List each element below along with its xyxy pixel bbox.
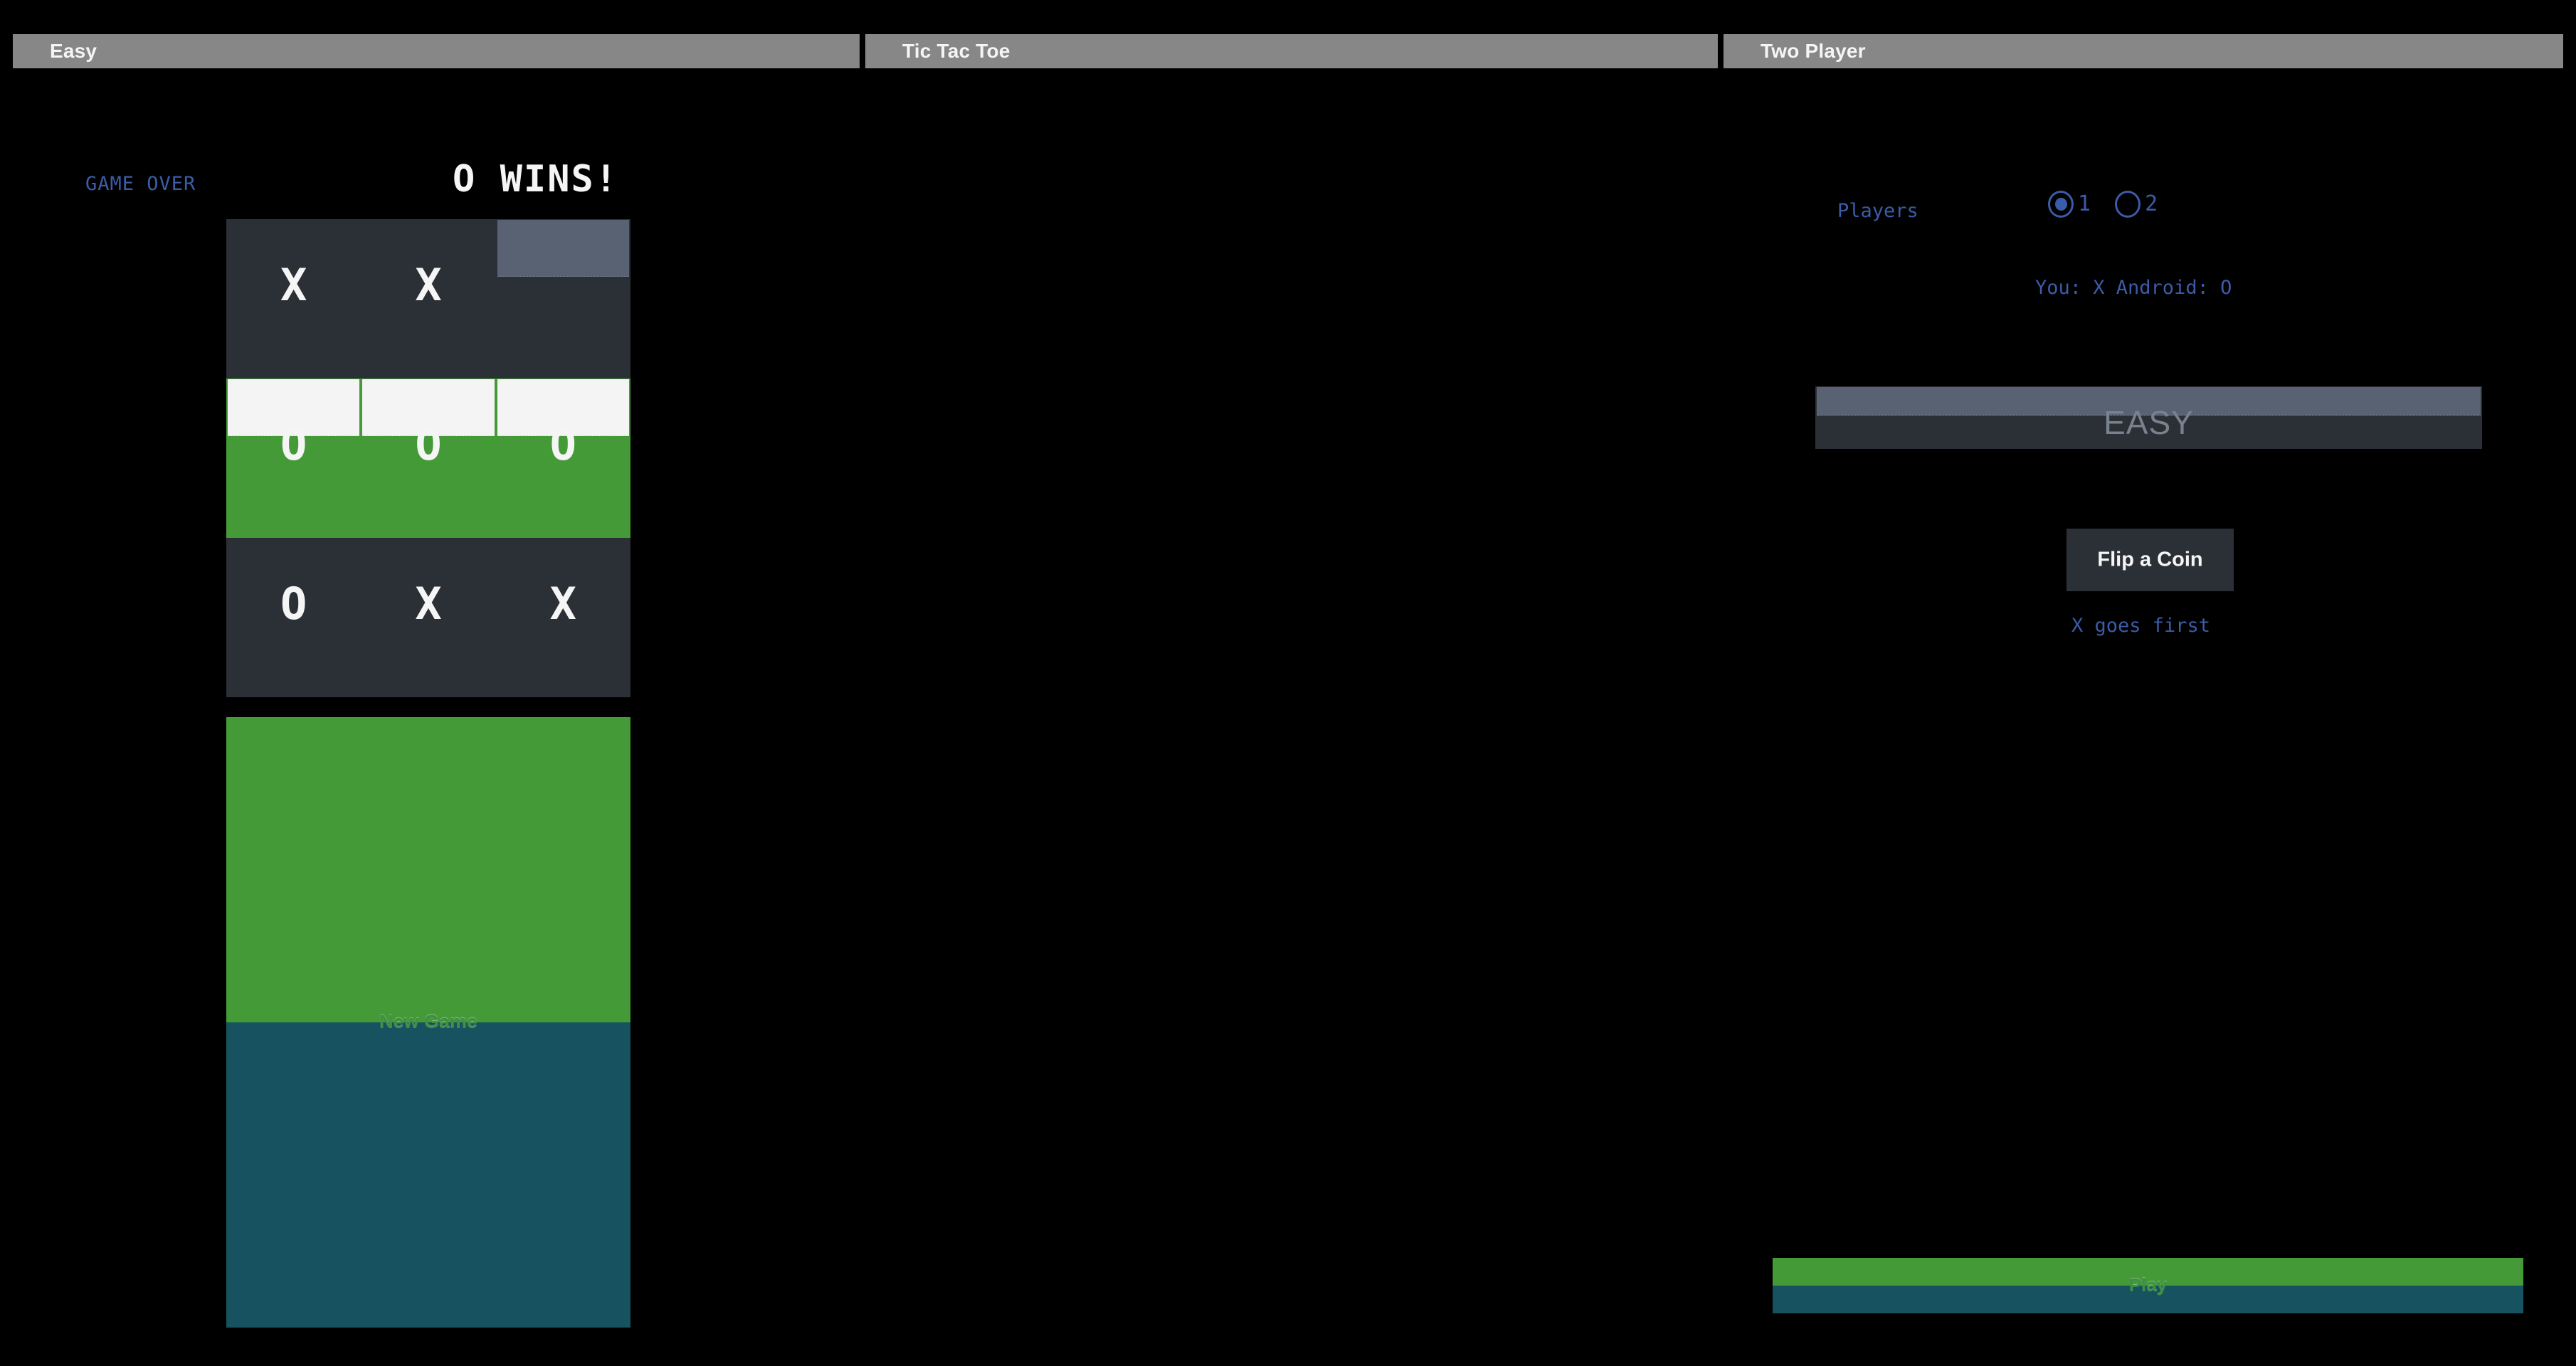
new-game-button-easy[interactable]: New Game: [226, 717, 630, 1328]
board-cell-5[interactable]: O: [495, 378, 630, 538]
board-cell-8[interactable]: X: [496, 538, 630, 697]
board-cell-7[interactable]: X: [361, 538, 495, 697]
cell-mark-4: O: [415, 418, 442, 470]
panel-two-player-game: Current turn O: [1719, 68, 2576, 1366]
panel-easy-game: GAME OVER O WINS! X X O O O O X X New Ga…: [0, 68, 860, 1366]
board-cell-3[interactable]: O: [226, 378, 361, 538]
cell-tile-2: [497, 220, 629, 277]
board-cell-4[interactable]: O: [361, 378, 496, 538]
window-titlebar-twoplayer: Two Player: [1724, 34, 2563, 68]
cell-mark-5: O: [549, 418, 576, 470]
panel-settings: Players 1 2 You: X Android: O EASY Flip …: [860, 68, 2523, 1366]
cell-mark-6: O: [280, 578, 307, 630]
winner-announcement: O WINS!: [453, 158, 619, 201]
game-status-text: GAME OVER: [85, 173, 196, 195]
board-cell-1[interactable]: X: [361, 219, 495, 378]
cell-mark-7: X: [415, 578, 442, 630]
cell-mark-3: O: [280, 418, 307, 470]
board-cell-2[interactable]: [496, 219, 630, 378]
window-title-easy: Easy: [50, 40, 97, 62]
window-title-twoplayer: Two Player: [1761, 40, 1866, 62]
game-board-easy[interactable]: X X O O O O X X: [226, 219, 630, 697]
window-titlebar-easy: Easy: [13, 34, 860, 68]
new-game-button-label: New Game: [379, 1010, 478, 1032]
window-title-tictactoe: Tic Tac Toe: [902, 40, 1010, 62]
board-cell-6[interactable]: O: [226, 538, 361, 697]
window-titlebar-tictactoe: Tic Tac Toe: [865, 34, 1718, 68]
cell-mark-8: X: [549, 578, 576, 630]
cell-mark-1: X: [415, 259, 442, 311]
cell-mark-0: X: [280, 259, 307, 311]
board-cell-0[interactable]: X: [226, 219, 361, 378]
